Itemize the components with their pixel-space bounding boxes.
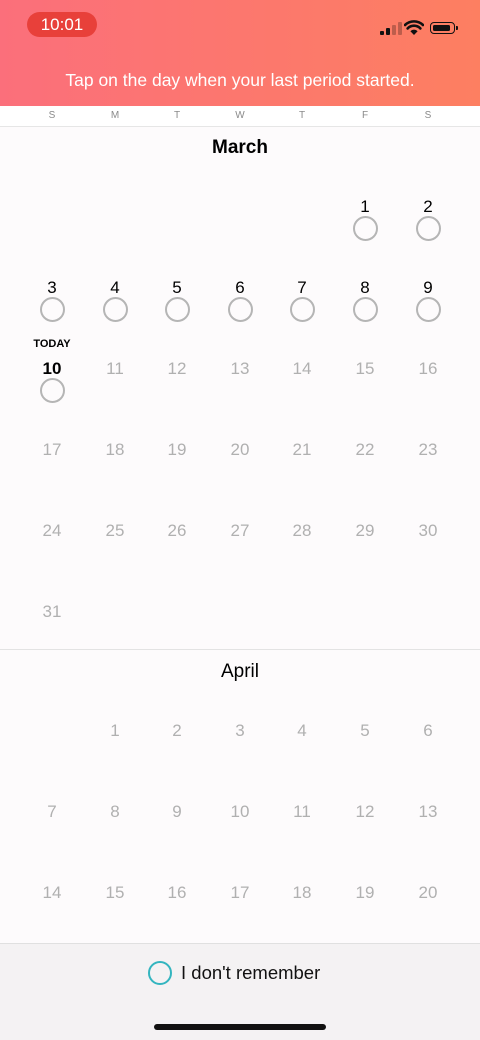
home-indicator[interactable]	[154, 1024, 326, 1030]
day-select-circle[interactable]	[102, 297, 128, 322]
calendar-day: 13	[230, 359, 250, 378]
calendar-day[interactable]: 4	[90, 278, 140, 298]
calendar-day: 12	[355, 802, 375, 821]
calendar-day: 18	[292, 883, 312, 902]
calendar-day: 21	[292, 440, 312, 459]
month-title-april: April	[220, 661, 259, 682]
calendar-day-today[interactable]: 10	[27, 359, 77, 379]
calendar-day[interactable]: 6	[215, 278, 265, 298]
weekday-label: W	[235, 110, 245, 121]
calendar-day: 11	[293, 802, 311, 821]
status-time: 10:01	[27, 12, 97, 37]
calendar-day: 1	[110, 721, 120, 740]
day-select-circle[interactable]	[39, 378, 65, 403]
calendar-day[interactable]: 2	[403, 197, 453, 217]
calendar-day: 26	[167, 521, 187, 540]
calendar-day: 8	[110, 802, 120, 821]
wifi-icon	[404, 20, 424, 35]
day-select-circle[interactable]	[227, 297, 253, 322]
calendar-day: 12	[167, 359, 187, 378]
calendar-day: 31	[42, 602, 62, 621]
today-label: TODAY	[33, 338, 71, 350]
calendar-day: 23	[418, 440, 438, 459]
day-select-circle[interactable]	[415, 216, 441, 241]
calendar-day: 24	[42, 521, 62, 540]
calendar-day: 11	[106, 359, 124, 378]
calendar-day: 20	[230, 440, 250, 459]
month-divider	[0, 649, 480, 650]
calendar-day: 9	[172, 802, 182, 821]
calendar-day: 14	[42, 883, 62, 902]
weekday-label: T	[173, 110, 181, 121]
calendar-day: 16	[167, 883, 187, 902]
dont-remember-label[interactable]: I don't remember	[181, 962, 320, 984]
day-select-circle[interactable]	[352, 216, 378, 241]
calendar-day[interactable]: 3	[27, 278, 77, 298]
calendar-day: 30	[418, 521, 438, 540]
calendar-day: 13	[418, 802, 438, 821]
calendar-day: 10	[230, 802, 250, 821]
day-select-circle[interactable]	[352, 297, 378, 322]
weekday-label: F	[361, 110, 369, 121]
calendar-day: 4	[297, 721, 307, 740]
day-select-circle[interactable]	[164, 297, 190, 322]
calendar-day: 25	[105, 521, 125, 540]
month-title-march: March	[212, 137, 268, 158]
calendar-day: 19	[167, 440, 187, 459]
calendar-day[interactable]: 1	[340, 197, 390, 217]
weekday-label: S	[424, 110, 432, 121]
calendar-day: 5	[360, 721, 370, 740]
calendar-day: 2	[172, 721, 182, 740]
calendar-day: 7	[47, 802, 57, 821]
calendar-day[interactable]: 5	[152, 278, 202, 298]
cellular-signal-icon	[380, 22, 402, 35]
day-select-circle[interactable]	[39, 297, 65, 322]
calendar-day: 3	[235, 721, 245, 740]
day-select-circle[interactable]	[415, 297, 441, 322]
weekday-label: S	[48, 110, 56, 121]
calendar-day[interactable]: 7	[277, 278, 327, 298]
weekday-label: T	[298, 110, 306, 121]
day-select-circle[interactable]	[289, 297, 315, 322]
calendar-day: 16	[418, 359, 438, 378]
calendar-day[interactable]: 9	[403, 278, 453, 298]
calendar-day: 17	[42, 440, 62, 459]
calendar-day: 28	[292, 521, 312, 540]
calendar-day: 22	[355, 440, 375, 459]
calendar-day: 29	[355, 521, 375, 540]
weekday-label: M	[110, 110, 120, 121]
calendar-day: 20	[418, 883, 438, 902]
calendar-day: 15	[355, 359, 375, 378]
calendar-day: 14	[292, 359, 312, 378]
radio-circle-icon[interactable]	[148, 961, 172, 985]
calendar-day: 17	[230, 883, 250, 902]
instruction-text: Tap on the day when your last period sta…	[65, 70, 415, 90]
calendar-day: 19	[355, 883, 375, 902]
weekday-header: S M T W T F S	[0, 106, 480, 127]
calendar-day[interactable]: 8	[340, 278, 390, 298]
header: 10:01 Tap on the day when your last peri…	[0, 0, 480, 106]
calendar-day: 15	[105, 883, 125, 902]
battery-icon	[430, 22, 458, 34]
calendar-day: 6	[423, 721, 433, 740]
calendar-day: 27	[230, 521, 250, 540]
calendar-day: 18	[105, 440, 125, 459]
